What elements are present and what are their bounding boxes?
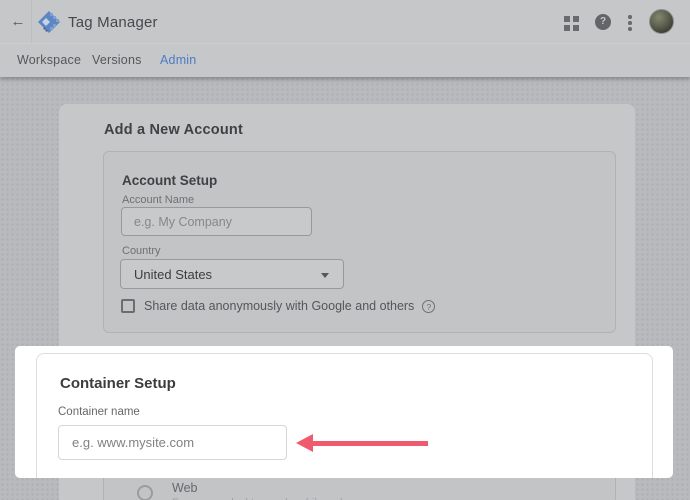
- target-platform-web-label: Web: [172, 481, 197, 495]
- container-name-label: Container name: [58, 406, 140, 418]
- tab-admin[interactable]: Admin: [160, 44, 196, 77]
- account-setup-heading: Account Setup: [122, 173, 217, 188]
- user-avatar[interactable]: [649, 9, 674, 34]
- apps-grid-icon[interactable]: [564, 16, 579, 31]
- help-circle-icon[interactable]: ?: [422, 300, 435, 313]
- chevron-down-icon: [321, 273, 329, 278]
- header-divider: [31, 0, 32, 43]
- more-options-icon[interactable]: [628, 15, 632, 31]
- container-setup-highlight-panel: Container Setup Container name: [15, 346, 673, 478]
- country-label: Country: [122, 245, 161, 257]
- radio-web[interactable]: [137, 485, 153, 500]
- back-arrow-icon[interactable]: ←: [7, 12, 29, 32]
- app-title: Tag Manager: [68, 14, 158, 31]
- account-setup-section: Account Setup Account Name Country Unite…: [103, 151, 616, 333]
- share-data-row: Share data anonymously with Google and o…: [121, 299, 435, 313]
- top-app-bar: ← Tag Manager ?: [0, 0, 690, 44]
- page-content: Add a New Account Account Setup Account …: [0, 77, 690, 500]
- share-data-checkbox[interactable]: [121, 299, 135, 313]
- tab-bar: Workspace Versions Admin: [0, 44, 690, 77]
- share-data-label: Share data anonymously with Google and o…: [144, 299, 414, 313]
- tag-manager-logo-icon: [37, 10, 61, 34]
- container-setup-heading: Container Setup: [60, 375, 176, 392]
- page-title: Add a New Account: [104, 122, 243, 138]
- account-name-label: Account Name: [122, 194, 194, 206]
- annotation-arrow-icon: [296, 434, 428, 452]
- help-icon[interactable]: ?: [595, 14, 611, 30]
- country-select[interactable]: United States: [120, 259, 344, 289]
- tab-workspace[interactable]: Workspace: [17, 44, 81, 77]
- tab-versions[interactable]: Versions: [92, 44, 142, 77]
- account-name-input[interactable]: [121, 207, 312, 236]
- country-selected-value: United States: [121, 267, 212, 282]
- container-name-input[interactable]: [58, 425, 287, 460]
